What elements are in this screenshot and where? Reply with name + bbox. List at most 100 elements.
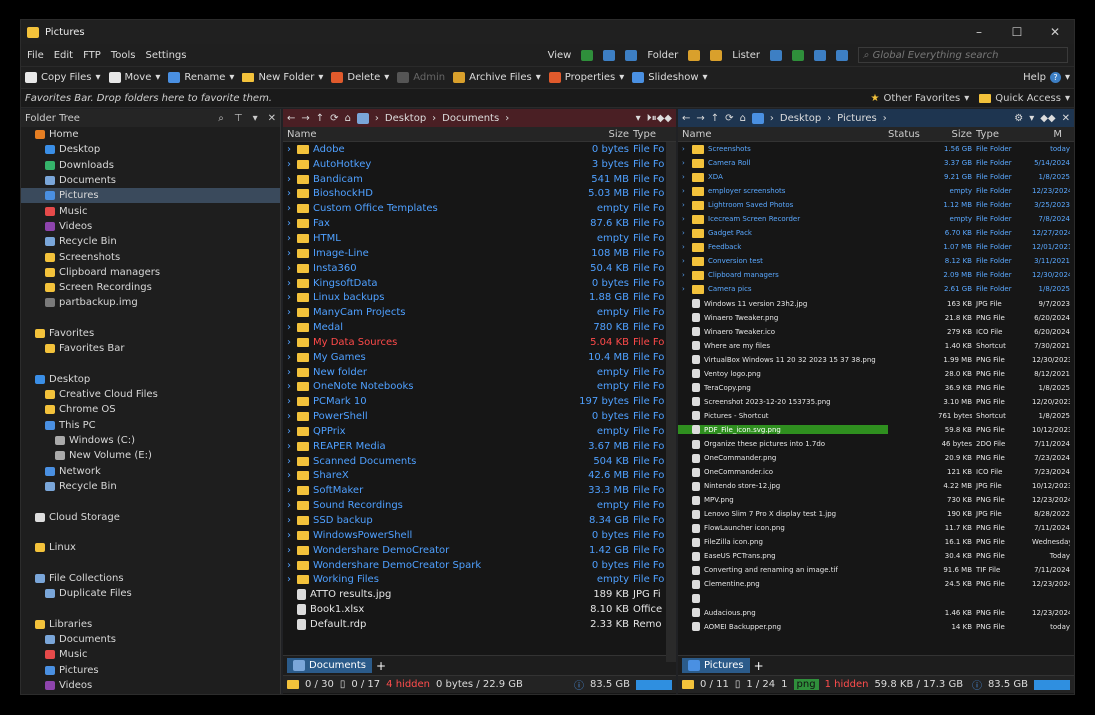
lister-layout-icon[interactable] xyxy=(792,49,804,61)
tree-node[interactable]: New Volume (E:) xyxy=(21,448,280,463)
expand-chevron-icon[interactable]: › xyxy=(287,337,293,348)
col-size[interactable]: Size xyxy=(938,129,972,140)
maximize-button[interactable]: ☐ xyxy=(998,25,1036,39)
forward-icon[interactable]: → xyxy=(301,113,309,124)
expand-chevron-icon[interactable]: › xyxy=(287,367,293,378)
expand-chevron-icon[interactable]: › xyxy=(682,201,688,209)
file-row[interactable]: › Camera pics 2.61 GB File Folder 1/8/2025 xyxy=(678,282,1074,296)
expand-chevron-icon[interactable]: › xyxy=(682,145,688,153)
file-row[interactable]: › WindowsPowerShell 0 bytes File Fo xyxy=(283,528,676,543)
tree-node[interactable]: Network xyxy=(21,464,280,479)
expand-chevron-icon[interactable]: › xyxy=(287,574,293,585)
expand-chevron-icon[interactable]: › xyxy=(682,229,688,237)
up-icon[interactable]: ↑ xyxy=(711,113,719,124)
expand-chevron-icon[interactable]: › xyxy=(287,456,293,467)
expand-chevron-icon[interactable]: › xyxy=(287,396,293,407)
file-row[interactable]: › Lightroom Saved Photos 1.12 MB File Folde… xyxy=(678,198,1074,212)
tree-node[interactable]: Videos xyxy=(21,678,280,693)
copy-files-button[interactable]: Copy Files ▾ xyxy=(25,72,101,83)
expand-chevron-icon[interactable]: › xyxy=(287,515,293,526)
tree-node[interactable]: Duplicate Files xyxy=(21,586,280,601)
back-icon[interactable]: ← xyxy=(287,113,295,124)
file-row[interactable]: › Insta360 50.4 KB File Fo xyxy=(283,261,676,276)
file-row[interactable]: ATTO results.jpg 189 KB JPG Fi xyxy=(283,587,676,602)
menu-file[interactable]: File xyxy=(27,50,44,61)
file-row[interactable]: Nintendo store-12.jpg 4.22 MB JPG File 10/1… xyxy=(678,479,1074,493)
file-row[interactable]: AOMEI Backupper.png 14 KB PNG File today xyxy=(678,620,1074,634)
help-button[interactable]: Help? ▾ xyxy=(1023,72,1070,83)
forward-icon[interactable]: → xyxy=(696,113,704,124)
info-icon[interactable]: ⓘ xyxy=(574,677,584,692)
expand-chevron-icon[interactable]: › xyxy=(287,263,293,274)
expand-chevron-icon[interactable]: › xyxy=(682,243,688,251)
menu-ftp[interactable]: FTP xyxy=(83,50,101,61)
tree-node[interactable]: Music xyxy=(21,647,280,662)
archive-files-button[interactable]: Archive Files ▾ xyxy=(453,72,541,83)
menu-tools[interactable]: Tools xyxy=(111,50,136,61)
breadcrumb-desktop[interactable]: Desktop xyxy=(385,113,426,124)
tree-node[interactable]: Cloud Storage xyxy=(21,509,280,524)
file-row[interactable]: Winaero Tweaker.ico 279 KB ICO File 6/20/20… xyxy=(678,325,1074,339)
file-row[interactable]: › Adobe 0 bytes File Fo xyxy=(283,142,676,157)
expand-chevron-icon[interactable]: › xyxy=(287,426,293,437)
file-row[interactable] xyxy=(678,592,1074,606)
expand-chevron-icon[interactable]: › xyxy=(287,530,293,541)
other-favorites-button[interactable]: ★ Other Favorites ▾ xyxy=(871,93,970,104)
tree-node[interactable]: Libraries xyxy=(21,617,280,632)
quick-access-button[interactable]: Quick Access ▾ xyxy=(979,93,1070,104)
file-row[interactable]: MPV.png 730 KB PNG File 12/23/2024 xyxy=(678,493,1074,507)
tab-pictures[interactable]: Pictures xyxy=(682,658,750,673)
file-row[interactable]: Where are my files 1.40 KB Shortcut 7/30/20… xyxy=(678,339,1074,353)
refresh-icon[interactable]: ⟳ xyxy=(725,113,733,124)
chevron-down-icon[interactable]: ▾ xyxy=(253,113,258,124)
tree-node[interactable]: Desktop xyxy=(21,142,280,157)
expand-chevron-icon[interactable]: › xyxy=(682,271,688,279)
expand-chevron-icon[interactable]: › xyxy=(287,470,293,481)
expand-chevron-icon[interactable]: › xyxy=(287,411,293,422)
file-row[interactable]: › KingsoftData 0 bytes File Fo xyxy=(283,276,676,291)
tree-node[interactable]: Downloads xyxy=(21,158,280,173)
tree-node[interactable]: Clipboard managers xyxy=(21,265,280,280)
minimize-button[interactable]: – xyxy=(960,25,998,39)
expand-chevron-icon[interactable]: › xyxy=(682,187,688,195)
file-row[interactable]: PDF_File_icon.svg.png 59.8 KB PNG File 10/1… xyxy=(678,423,1074,437)
tree-node[interactable]: Linux xyxy=(21,540,280,555)
expand-chevron-icon[interactable]: › xyxy=(287,560,293,571)
pane-sync-icon[interactable]: ⏵⏸◆◆ xyxy=(647,113,672,124)
file-row[interactable]: › Scanned Documents 504 KB File Fo xyxy=(283,454,676,469)
slideshow-button[interactable]: Slideshow ▾ xyxy=(632,72,708,83)
tab-documents[interactable]: Documents xyxy=(287,658,373,673)
global-search-input[interactable]: ⌕ Global Everything search xyxy=(858,47,1068,63)
back-icon[interactable]: ← xyxy=(682,113,690,124)
expand-chevron-icon[interactable]: › xyxy=(287,292,293,303)
tree-node[interactable]: Music xyxy=(21,203,280,218)
tree-node[interactable]: Pictures xyxy=(21,188,280,204)
file-row[interactable]: › Linux backups 1.88 GB File Fo xyxy=(283,290,676,305)
col-name[interactable]: Name xyxy=(283,129,563,140)
move-button[interactable]: Move ▾ xyxy=(108,72,160,83)
tree-node[interactable]: Home xyxy=(21,127,280,142)
tree-node[interactable]: Windows (C:) xyxy=(21,433,280,448)
file-row[interactable]: › PowerShell 0 bytes File Fo xyxy=(283,409,676,424)
col-status[interactable]: Status xyxy=(888,129,938,140)
col-modified[interactable]: M xyxy=(1032,129,1062,140)
expand-chevron-icon[interactable]: › xyxy=(682,173,688,181)
file-row[interactable]: › SSD backup 8.34 GB File Fo xyxy=(283,513,676,528)
col-name[interactable]: Name xyxy=(678,129,888,140)
menu-settings[interactable]: Settings xyxy=(145,50,186,61)
file-row[interactable]: Organize these pictures into 1.7do 46 byt… xyxy=(678,437,1074,451)
file-row[interactable]: › XDA 9.21 GB File Folder 1/8/2025 xyxy=(678,170,1074,184)
file-row[interactable]: › HTML empty File Fo xyxy=(283,231,676,246)
file-row[interactable]: › employer screenshots empty File Folder 12/… xyxy=(678,184,1074,198)
file-row[interactable]: Book1.xlsx 8.10 KB Office xyxy=(283,602,676,617)
folder-view-icon[interactable] xyxy=(688,49,701,61)
expand-chevron-icon[interactable]: › xyxy=(287,322,293,333)
col-type[interactable]: Type xyxy=(629,129,665,140)
tree-node[interactable]: Desktop xyxy=(21,372,280,387)
new-folder-button[interactable]: New Folder ▾ xyxy=(242,72,323,83)
expand-chevron-icon[interactable]: › xyxy=(682,215,688,223)
expand-chevron-icon[interactable]: › xyxy=(287,352,293,363)
menu-edit[interactable]: Edit xyxy=(54,50,73,61)
tree-node[interactable]: Pictures xyxy=(21,662,280,677)
info-icon[interactable]: ⓘ xyxy=(972,677,982,692)
